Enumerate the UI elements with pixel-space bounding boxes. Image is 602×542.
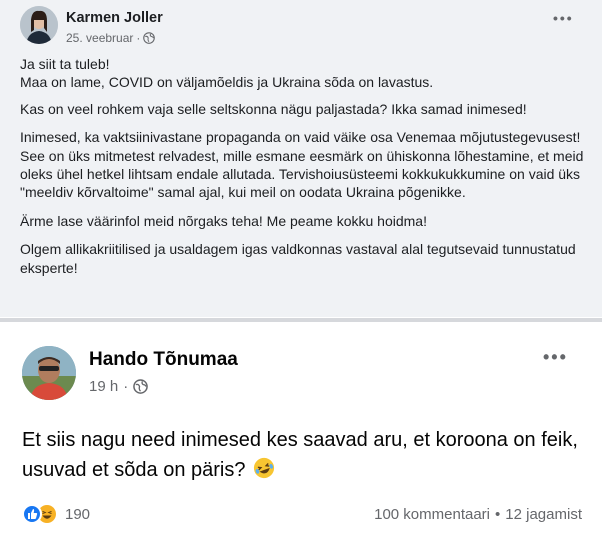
stats-separator: • (495, 505, 501, 523)
globe-icon (143, 32, 156, 44)
shares-link[interactable]: 12 jagamist (505, 506, 582, 523)
post-paragraph: Inimesed, ka vaktsiinivastane propaganda… (20, 129, 584, 201)
engagement-stats: 100 kommentaari • 12 jagamist (374, 506, 582, 523)
post-paragraph: Ärme lase väärinfol meid nõrgaks teha! M… (20, 212, 427, 229)
post-paragraph: Ja siit ta tuleb! Maa on lame, COVID on … (20, 56, 434, 91)
reactions-summary[interactable]: 190 (22, 504, 90, 524)
more-options-button[interactable]: ••• (543, 347, 568, 368)
post-hando-tonumaa: Hando Tõnumaa 19 h · ••• Et siis nagu ne… (0, 322, 602, 542)
author-avatar[interactable] (20, 6, 58, 44)
author-name[interactable]: Hando Tõnumaa (89, 349, 238, 371)
reaction-count: 190 (65, 505, 91, 523)
post-karmen-joller: Karmen Joller 25. veebruar · ••• Ja siit… (0, 0, 602, 317)
post-time[interactable]: 19 h (89, 378, 118, 395)
rolling-laughing-emoji-icon (253, 457, 275, 479)
comments-link[interactable]: 100 kommentaari (374, 506, 490, 523)
post-paragraph: Olgem allikakriitilised ja usaldagem iga… (20, 241, 576, 276)
post-text: Et siis nagu need inimesed kes saavad ar… (22, 429, 578, 481)
meta-dot: · (136, 31, 141, 45)
author-avatar[interactable] (22, 346, 76, 400)
post-meta: 19 h · (89, 378, 149, 395)
post-paragraph: Kas on veel rohkem vaja selle seltskonna… (20, 100, 527, 117)
post-footer: 190 100 kommentaari • 12 jagamist (22, 503, 582, 525)
more-options-button[interactable]: ••• (553, 10, 574, 26)
post-meta: 25. veebruar · (66, 31, 156, 45)
like-reaction-icon (22, 504, 42, 524)
post-body: Ja siit ta tuleb! Maa on lame, COVID on … (20, 55, 588, 287)
author-name[interactable]: Karmen Joller (66, 10, 163, 26)
globe-icon (133, 379, 149, 394)
meta-dot: · (123, 378, 129, 395)
post-date[interactable]: 25. veebruar (66, 31, 133, 45)
